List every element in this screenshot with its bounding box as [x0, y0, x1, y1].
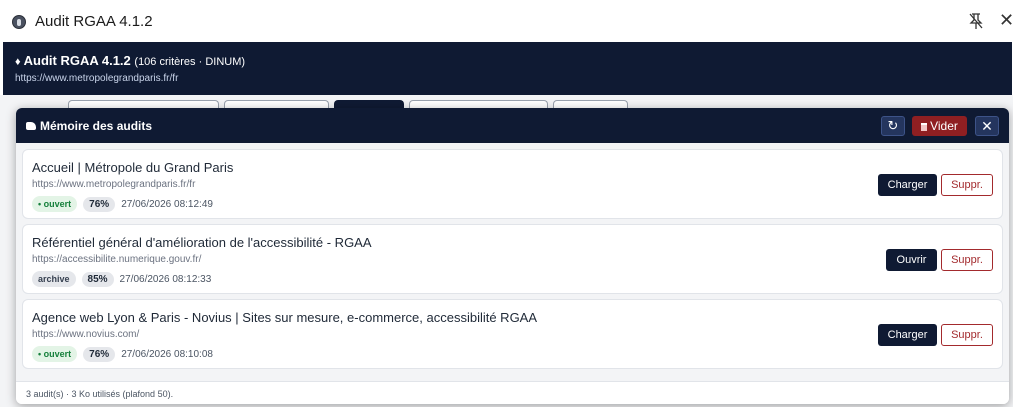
audit-meta: • ouvert 76% 27/06/2026 08:12:49 — [32, 196, 213, 212]
load-button[interactable]: Charger — [878, 174, 937, 196]
status-badge: archive — [32, 271, 76, 287]
audit-header: ♦ Audit RGAA 4.1.2 (106 critères · DINUM)… — [3, 42, 1012, 95]
diamond-icon: ♦ — [15, 56, 21, 68]
audit-list: Accueil | Métropole du Grand Paris https… — [16, 143, 1009, 381]
audit-card: Accueil | Métropole du Grand Paris https… — [22, 149, 1003, 219]
close-window-icon[interactable]: ✕ — [999, 10, 1013, 30]
audit-title: Agence web Lyon & Paris - Novius | Sites… — [32, 310, 538, 325]
audit-meta: • ouvert 76% 27/06/2026 08:10:08 — [32, 346, 213, 362]
audit-memory-dialog: Mémoire des audits ↻ Vider ✕ Accueil | M… — [16, 108, 1009, 404]
clear-all-button[interactable]: Vider — [912, 116, 967, 136]
window-titlebar: Audit RGAA 4.1.2 ✕ — [0, 0, 1013, 44]
audit-url: https://www.novius.com/ — [32, 329, 140, 340]
delete-button[interactable]: Suppr. — [941, 249, 993, 271]
delete-button[interactable]: Suppr. — [941, 174, 993, 196]
storage-summary: 3 audit(s) · 3 Ko utilisés (plafond 50). — [26, 389, 174, 399]
refresh-button[interactable]: ↻ — [881, 116, 905, 136]
score-badge: 76% — [83, 196, 116, 212]
header-url: https://www.metropolegrandparis.fr/fr — [15, 73, 179, 84]
audit-card: Référentiel général d'amélioration de l'… — [22, 224, 1003, 294]
load-button[interactable]: Charger — [878, 324, 937, 346]
audit-date: 27/06/2026 08:12:33 — [119, 273, 212, 285]
dialog-header: Mémoire des audits ↻ Vider ✕ — [16, 108, 1009, 143]
audit-date: 27/06/2026 08:12:49 — [121, 198, 213, 210]
score-badge: 85% — [81, 271, 114, 287]
header-subtitle: (106 critères · DINUM) — [134, 56, 246, 68]
window-title: Audit RGAA 4.1.2 — [35, 13, 153, 30]
dialog-title: Mémoire des audits — [26, 119, 152, 133]
open-button[interactable]: Ouvrir — [886, 249, 937, 271]
unpin-icon[interactable] — [968, 12, 984, 30]
status-badge: • ouvert — [32, 346, 78, 362]
audit-url: https://www.metropolegrandparis.fr/fr — [32, 179, 196, 190]
audit-meta: archive 85% 27/06/2026 08:12:33 — [32, 271, 211, 287]
trash-icon — [921, 123, 928, 131]
status-badge: • ouvert — [32, 196, 78, 212]
audit-card: Agence web Lyon & Paris - Novius | Sites… — [22, 299, 1003, 369]
app-icon — [12, 15, 26, 29]
close-dialog-button[interactable]: ✕ — [975, 116, 999, 136]
dialog-footer: 3 audit(s) · 3 Ko utilisés (plafond 50). — [16, 381, 1009, 404]
score-badge: 76% — [83, 346, 116, 362]
audit-title: Accueil | Métropole du Grand Paris — [32, 160, 234, 175]
audit-date: 27/06/2026 08:10:08 — [121, 348, 213, 360]
delete-button[interactable]: Suppr. — [941, 324, 993, 346]
audit-title: Référentiel général d'amélioration de l'… — [32, 235, 372, 250]
drawer-icon — [26, 122, 36, 130]
audit-url: https://accessibilite.numerique.gouv.fr/ — [32, 254, 202, 265]
header-title: ♦ Audit RGAA 4.1.2 (106 critères · DINUM) — [15, 53, 246, 68]
